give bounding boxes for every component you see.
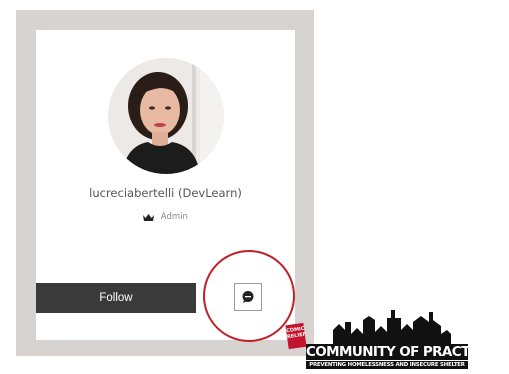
community-of-practice-logo: COMIC RELIEF COMMUNITY OF PRACTICE PREVE… bbox=[285, 304, 469, 370]
crown-icon bbox=[143, 213, 155, 221]
avatar[interactable] bbox=[108, 58, 224, 174]
highlight-circle-annotation bbox=[203, 250, 295, 342]
screenshot-stage: lucreciabertelli (DevLearn) Admin Follow… bbox=[0, 0, 509, 374]
city-skyline-icon bbox=[333, 310, 451, 344]
comic-relief-tag: COMIC RELIEF bbox=[285, 322, 307, 350]
profile-username: lucreciabertelli (DevLearn) bbox=[89, 186, 242, 200]
role-label: Admin bbox=[160, 212, 188, 222]
follow-button[interactable]: Follow bbox=[36, 283, 196, 313]
logo-title: COMMUNITY OF PRACTICE bbox=[306, 344, 468, 360]
profile-role: Admin bbox=[36, 212, 295, 223]
logo-subtitle: PREVENTING HOMELESSNESS AND INSECURE SHE… bbox=[306, 361, 468, 369]
avatar-photo bbox=[108, 58, 224, 174]
